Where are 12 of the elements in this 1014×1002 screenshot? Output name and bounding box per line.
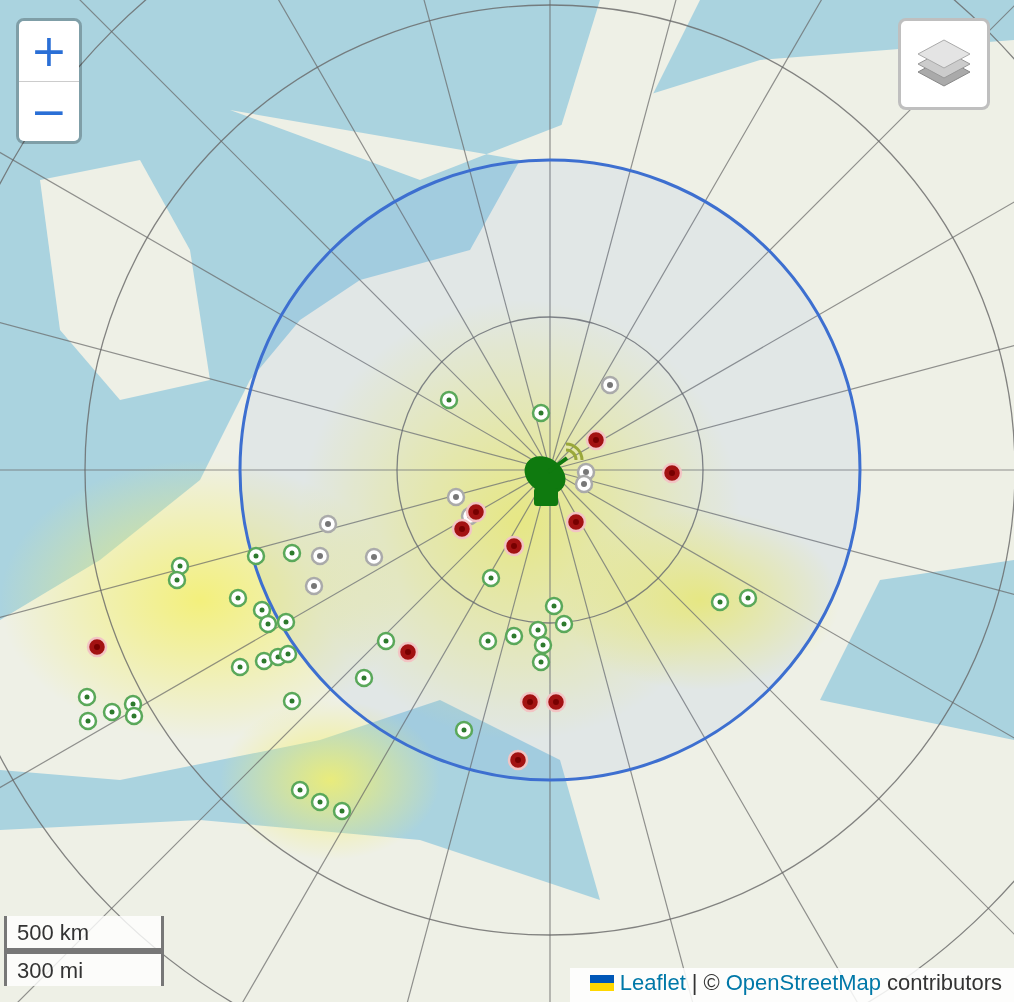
- flag-icon: [589, 975, 614, 991]
- attribution-text: contributors: [887, 970, 1002, 996]
- leaflet-link[interactable]: Leaflet: [619, 970, 686, 996]
- map-drawing[interactable]: [0, 0, 1014, 1002]
- copyright-sign: ©: [703, 970, 720, 996]
- scale-label: 500 km: [4, 916, 164, 951]
- scale-label: 300 mi: [4, 951, 164, 986]
- zoom-in-button[interactable]: +: [19, 21, 79, 81]
- layers-button[interactable]: [898, 18, 990, 110]
- separator: |: [691, 970, 698, 996]
- zoom-out-button[interactable]: −: [19, 81, 79, 141]
- openstreetmap-link[interactable]: OpenStreetMap: [725, 970, 882, 996]
